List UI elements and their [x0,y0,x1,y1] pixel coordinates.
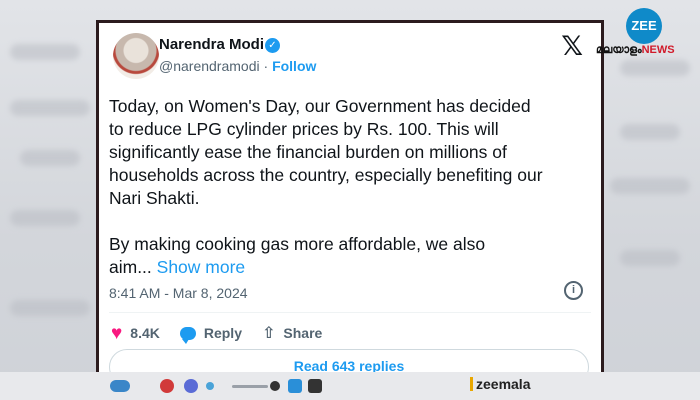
tweet-body: Today, on Women's Day, our Government ha… [109,96,543,277]
strip-icon [288,379,302,393]
strip-icon [232,385,268,388]
info-icon[interactable]: i [564,281,583,300]
share-label: Share [283,325,323,341]
divider [109,312,591,313]
action-bar: ♥ 8.4K Reply ⇧ Share [111,323,322,344]
strip-icon [270,381,280,391]
tweet-text: Today, on Women's Day, our Government ha… [109,95,599,279]
strip-icon [184,379,198,393]
background-blur [620,60,690,76]
avatar[interactable] [113,33,159,79]
author-name[interactable]: Narendra Modi [159,36,264,53]
show-more-link[interactable]: Show more [157,257,246,277]
background-blur [10,300,90,316]
background-blur [10,100,90,116]
background-blur [20,150,80,166]
zee-news-suffix: NEWS [641,44,675,56]
follow-button[interactable]: Follow [272,58,316,74]
background-blur [620,250,680,266]
background-blur [610,178,690,194]
zeemala-text: zeemala [476,376,531,392]
zeemala-label: zeemala [470,376,530,392]
bottom-strip [0,372,700,400]
strip-icon [160,379,174,393]
background-blur [10,210,80,226]
zee-logo-icon: ZEE [626,8,662,44]
heart-icon: ♥ [111,322,123,344]
tweet-timestamp[interactable]: 8:41 AM - Mar 8, 2024 [109,285,248,301]
share-button[interactable]: ⇧ Share [262,323,322,343]
strip-icon [308,379,322,393]
reply-icon [179,326,196,344]
like-button[interactable]: ♥ 8.4K [111,324,160,343]
share-icon: ⇧ [261,325,276,342]
zee-news-wordmark: മലയാളംNEWS [596,44,675,57]
strip-icon [206,382,214,390]
reply-button[interactable]: Reply [179,325,242,344]
background-blur [10,44,80,60]
verified-icon: ✓ [265,38,280,53]
x-logo-icon[interactable]: 𝕏 [561,31,583,62]
handle-separator: · [259,58,273,74]
like-count: 8.4K [130,325,160,341]
reply-label: Reply [203,325,242,341]
background-blur [620,124,680,140]
tweet-card: Narendra Modi ✓ @narendramodi · Follow 𝕏… [96,20,604,380]
zee-brand: മലയാളം [596,44,642,56]
author-handle[interactable]: @narendramodi [159,58,260,74]
strip-icon [110,380,130,392]
handle-row: @narendramodi · Follow [159,58,316,74]
